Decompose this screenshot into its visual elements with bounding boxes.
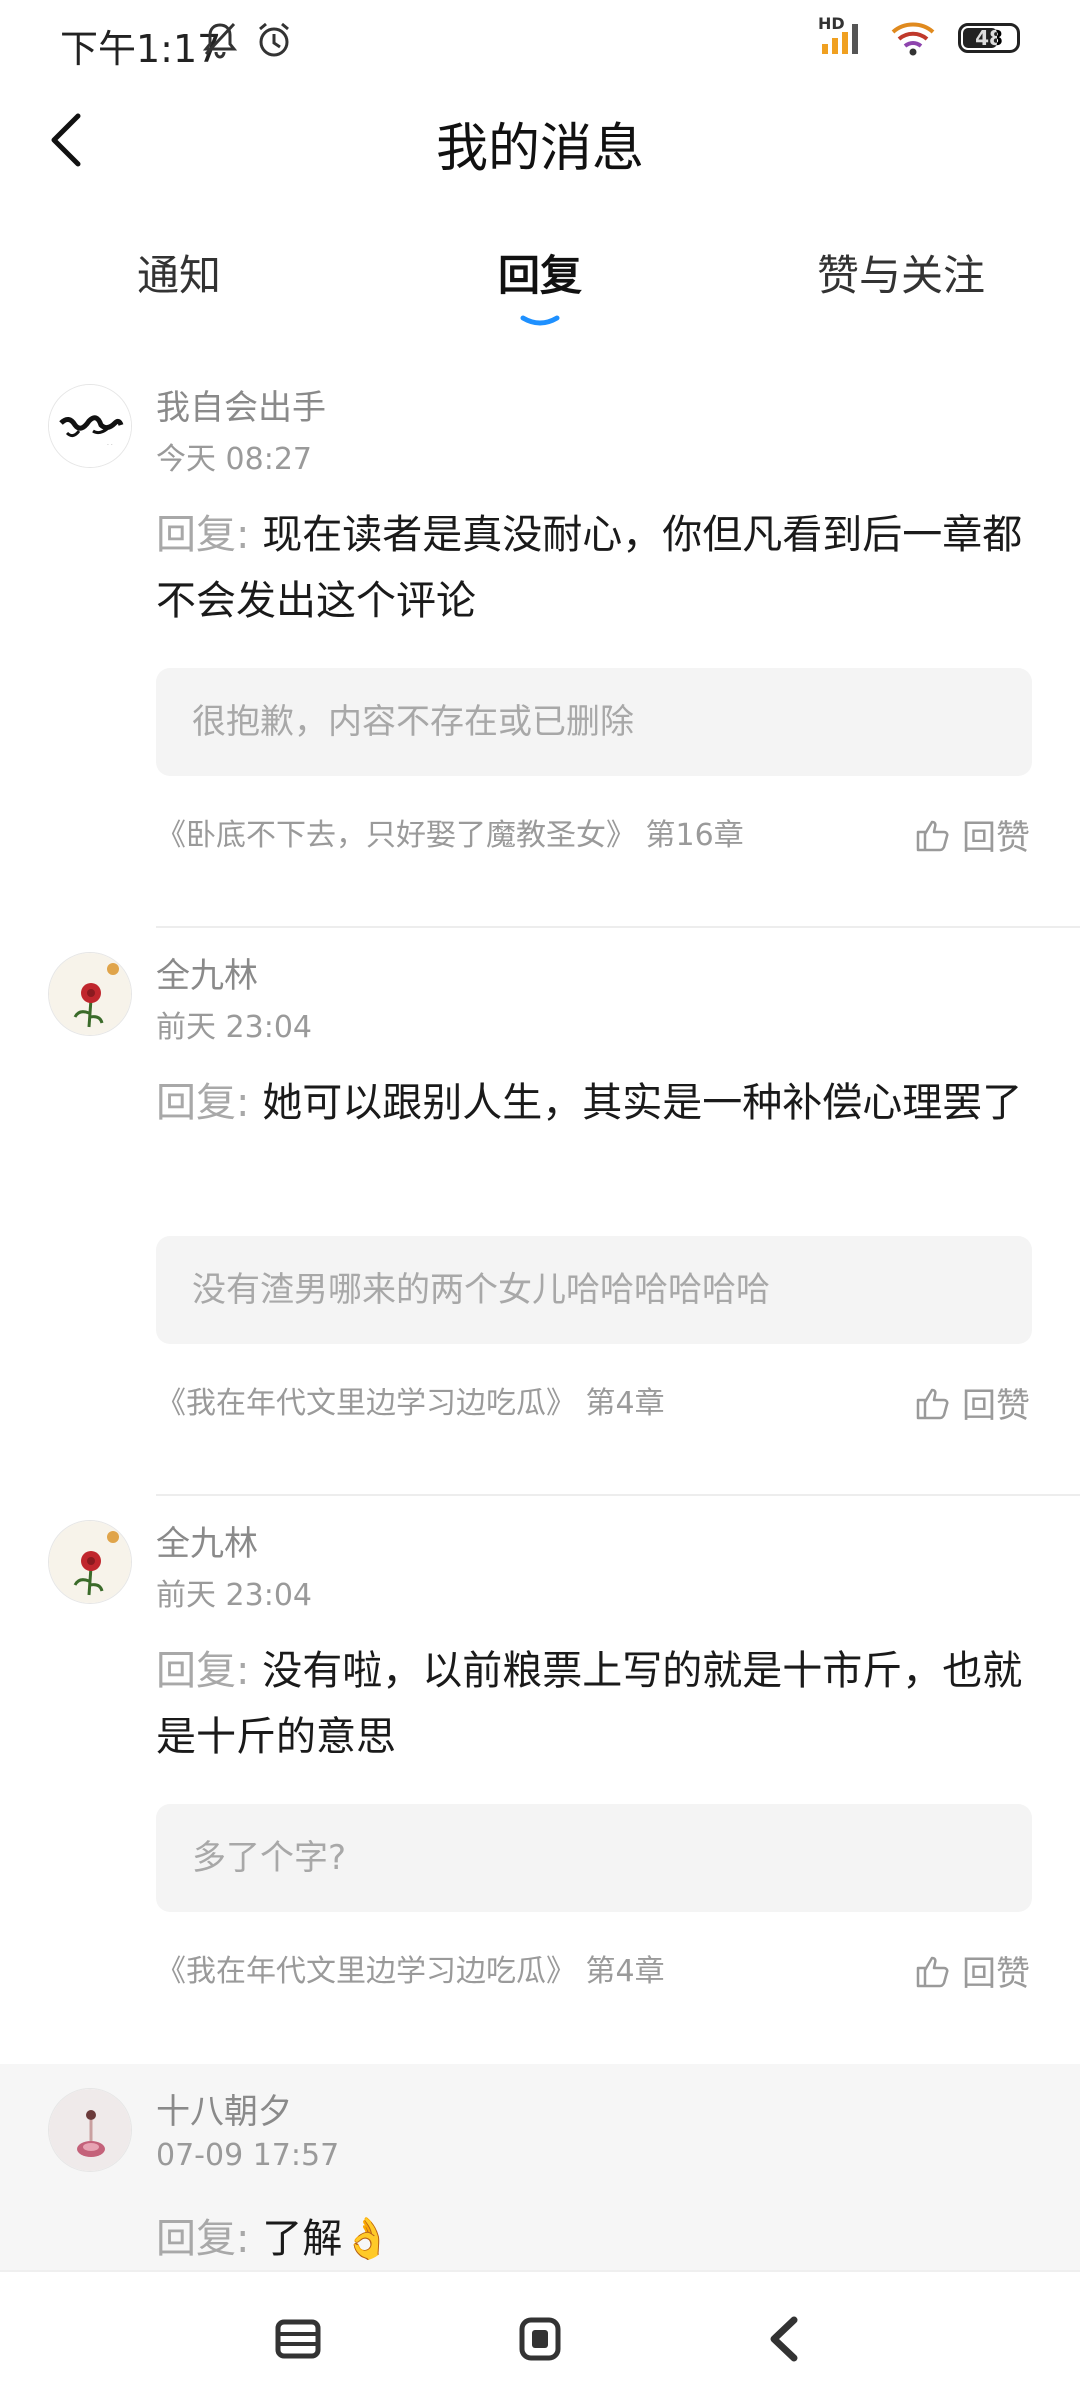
- thumbs-up-icon: [916, 1388, 949, 1419]
- tab-likes-follows[interactable]: 赞与关注: [817, 242, 985, 303]
- quoted-comment[interactable]: 没有渣男哪来的两个女儿哈哈哈哈哈哈: [156, 1236, 1032, 1344]
- reply-text: 没有啦，以前粮票上写的就是十市斤，也就是十斤的意思: [156, 1648, 1023, 1760]
- like-back-label: 回赞: [962, 818, 1030, 858]
- quoted-comment[interactable]: 很抱歉，内容不存在或已删除: [156, 668, 1032, 776]
- avatar[interactable]: [48, 952, 132, 1036]
- tab-notifications[interactable]: 通知: [137, 242, 221, 303]
- reply-prefix: 回复:: [156, 1080, 250, 1126]
- status-bar: 下午1:17 HD 48: [0, 0, 1080, 80]
- avatar[interactable]: [48, 1520, 132, 1604]
- tab-bar: 通知 回复 赞与关注: [0, 230, 1080, 330]
- rose-avatar-image: [49, 953, 131, 1035]
- figure-avatar-image: [49, 2089, 131, 2171]
- header: 我的消息: [0, 80, 1080, 200]
- reply-content: 回复: 没有啦，以前粮票上写的就是十市斤，也就是十斤的意思: [156, 1638, 1030, 1770]
- home-icon[interactable]: [510, 2312, 570, 2366]
- reply-text: 她可以跟别人生，其实是一种补偿心理罢了: [262, 1080, 1023, 1126]
- timestamp: 07-09 17:57: [156, 2138, 340, 2173]
- status-time: 下午1:17: [60, 27, 222, 71]
- message-list: · · 我自会出手 今天 08:27 回复: 现在读者是真没耐心，你但凡看到后一…: [0, 360, 1080, 2304]
- svg-text:· ·: · ·: [107, 442, 113, 449]
- avatar[interactable]: [48, 2088, 132, 2172]
- reply-content: 回复: 了解👌: [156, 2206, 1030, 2272]
- battery-level: 48: [975, 26, 1003, 50]
- calligraphy-avatar-image: · ·: [49, 385, 131, 467]
- signal-icon: [822, 24, 858, 54]
- system-nav-bar: [0, 2270, 1080, 2400]
- avatar[interactable]: · ·: [48, 384, 132, 468]
- like-back-button[interactable]: 回赞: [914, 1378, 1030, 1427]
- reply-text: 了解👌: [262, 2216, 393, 2262]
- menu-icon[interactable]: [268, 2312, 328, 2366]
- list-item[interactable]: 全九林 前天 23:04 回复: 没有啦，以前粮票上写的就是十市斤，也就是十斤的…: [0, 1496, 1080, 2064]
- reply-text: 现在读者是真没耐心，你但凡看到后一章都不会发出这个评论: [156, 512, 1023, 624]
- wifi-icon: [891, 22, 935, 56]
- reply-content: 回复: 她可以跟别人生，其实是一种补偿心理罢了: [156, 1070, 1030, 1136]
- username[interactable]: 全九林: [156, 1516, 258, 1565]
- source-book-link[interactable]: 《我在年代文里边学习边吃瓜》 第4章: [156, 1946, 665, 1990]
- username[interactable]: 我自会出手: [156, 380, 326, 429]
- page-title: 我的消息: [435, 119, 644, 179]
- like-back-label: 回赞: [962, 1954, 1030, 1994]
- list-item[interactable]: 全九林 前天 23:04 回复: 她可以跟别人生，其实是一种补偿心理罢了 没有渣…: [0, 928, 1080, 1496]
- username[interactable]: 全九林: [156, 948, 258, 997]
- bell-muted-icon: [202, 22, 238, 59]
- rose-avatar-image: [49, 1521, 131, 1603]
- alarm-icon: [259, 22, 289, 57]
- like-back-button[interactable]: 回赞: [914, 1946, 1030, 1995]
- reply-prefix: 回复:: [156, 2216, 250, 2262]
- back-icon[interactable]: [756, 2312, 816, 2366]
- username[interactable]: 十八朝夕: [156, 2084, 292, 2133]
- list-item[interactable]: · · 我自会出手 今天 08:27 回复: 现在读者是真没耐心，你但凡看到后一…: [0, 360, 1080, 928]
- list-item[interactable]: 十八朝夕 07-09 17:57 回复: 了解👌: [0, 2064, 1080, 2304]
- reply-prefix: 回复:: [156, 512, 250, 558]
- like-back-label: 回赞: [962, 1386, 1030, 1426]
- timestamp: 前天 23:04: [156, 1578, 312, 1613]
- reply-content: 回复: 现在读者是真没耐心，你但凡看到后一章都不会发出这个评论: [156, 502, 1030, 634]
- timestamp: 今天 08:27: [156, 442, 312, 477]
- thumbs-up-icon: [916, 1956, 949, 1987]
- source-book-link[interactable]: 《我在年代文里边学习边吃瓜》 第4章: [156, 1378, 665, 1422]
- tab-replies[interactable]: 回复: [498, 242, 582, 303]
- thumbs-up-icon: [916, 820, 949, 851]
- battery-icon: 48: [958, 23, 1020, 53]
- active-tab-indicator: [520, 315, 560, 326]
- source-book-link[interactable]: 《卧底不下去，只好娶了魔教圣女》 第16章: [156, 810, 744, 854]
- timestamp: 前天 23:04: [156, 1010, 312, 1045]
- quoted-comment[interactable]: 多了个字?: [156, 1804, 1032, 1912]
- like-back-button[interactable]: 回赞: [914, 810, 1030, 859]
- reply-prefix: 回复:: [156, 1648, 250, 1694]
